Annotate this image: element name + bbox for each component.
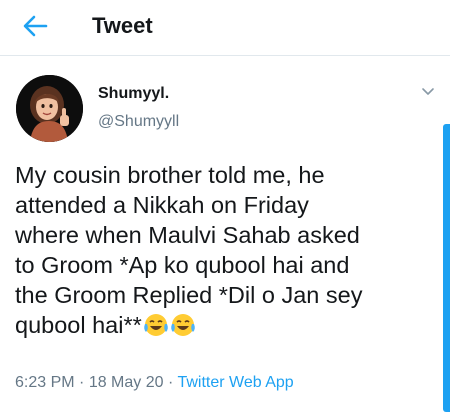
laughing-emoji-icon [143, 312, 169, 338]
tweet-meta: 6:23 PM · 18 May 20 · Twitter Web App [15, 372, 294, 394]
top-bar: Tweet [0, 0, 450, 52]
tweet-text: My cousin brother told me, he attended a… [15, 160, 440, 340]
profile-picture-icon [16, 75, 83, 142]
meta-separator: · [74, 374, 89, 391]
header-divider [0, 55, 450, 56]
laughing-emoji-icon [170, 312, 196, 338]
arrow-left-icon[interactable] [22, 13, 48, 39]
chevron-down-icon[interactable] [420, 86, 436, 98]
author-handle[interactable]: @Shumyyll [98, 112, 179, 132]
tweet-source-link[interactable]: Twitter Web App [177, 374, 293, 391]
avatar[interactable] [16, 75, 83, 142]
meta-separator: · [163, 374, 178, 391]
author-display-name[interactable]: Shumyyl. [98, 84, 169, 104]
page-title: Tweet [92, 13, 153, 38]
tweet-time: 6:23 PM [15, 374, 75, 391]
tweet-date: 18 May 20 [88, 374, 164, 391]
scrollbar[interactable] [443, 124, 450, 412]
